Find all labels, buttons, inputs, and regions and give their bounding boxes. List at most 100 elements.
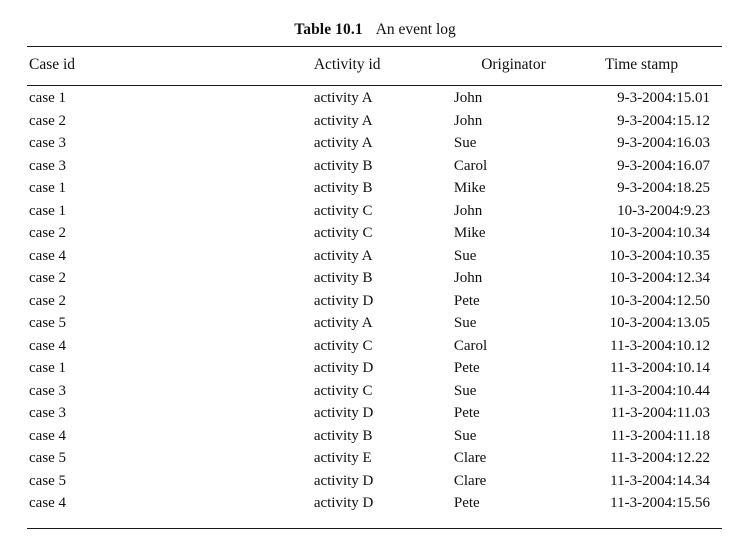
- table-body: case 1 activity A John 9-3-2004:15.01 case 2…: [27, 84, 722, 515]
- table-row: case 1 activity B Mike 9-3-2004:18.25: [27, 177, 722, 200]
- table-row: case 2 activity B John 10-3-2004:12.34: [27, 267, 722, 290]
- cell-activity-id: activity D: [313, 472, 374, 489]
- cell-originator: Carol: [453, 157, 488, 174]
- cell-case-id: case 3: [29, 157, 67, 174]
- cell-activity-id: activity C: [313, 382, 373, 399]
- cell-originator: John: [453, 90, 483, 106]
- cell-time-stamp: 11-3-2004:11.03: [610, 405, 710, 421]
- table-row: case 5 activity A Sue 10-3-2004:13.05: [27, 312, 722, 335]
- cell-activity-id: activity C: [313, 337, 373, 354]
- cell-originator: Carol: [453, 337, 488, 354]
- cell-originator: Mike: [453, 180, 486, 196]
- cell-case-id: case 4: [29, 247, 67, 264]
- table-row: case 2 activity D Pete 10-3-2004:12.50: [27, 290, 722, 313]
- cell-time-stamp: 10-3-2004:10.35: [609, 247, 710, 264]
- cell-case-id: case 3: [29, 135, 67, 151]
- table-header: Case id Activity id Originator Time stam…: [27, 46, 722, 84]
- column-header-case-id: Case id: [29, 56, 76, 73]
- table-row: case 5 activity D Clare 11-3-2004:14.34: [27, 470, 722, 493]
- table-caption: Table 10.1 An event log: [0, 20, 750, 40]
- cell-time-stamp: 10-3-2004:13.05: [609, 315, 710, 331]
- cell-originator: Clare: [453, 472, 487, 489]
- cell-activity-id: activity E: [313, 450, 372, 466]
- cell-case-id: case 2: [29, 270, 67, 286]
- cell-time-stamp: 11-3-2004:11.18: [610, 427, 710, 444]
- cell-time-stamp: 9-3-2004:15.12: [617, 112, 710, 129]
- cell-activity-id: activity D: [313, 360, 374, 376]
- table-row: case 1 activity D Pete 11-3-2004:10.14: [27, 357, 722, 380]
- cell-time-stamp: 11-3-2004:10.12: [610, 337, 710, 354]
- cell-activity-id: activity A: [313, 315, 373, 331]
- table-row: case 3 activity D Pete 11-3-2004:11.03: [27, 402, 722, 425]
- cell-time-stamp: 9-3-2004:18.25: [617, 180, 710, 196]
- cell-originator: Pete: [453, 360, 480, 376]
- table-row: case 2 activity A John 9-3-2004:15.12: [27, 110, 722, 133]
- table-row: case 4 activity A Sue 10-3-2004:10.35: [27, 245, 722, 268]
- cell-activity-id: activity D: [313, 495, 374, 511]
- cell-activity-id: activity C: [313, 202, 373, 219]
- cell-originator: Clare: [453, 450, 487, 466]
- cell-originator: Sue: [453, 427, 477, 444]
- cell-case-id: case 1: [29, 360, 67, 376]
- cell-activity-id: activity A: [313, 135, 373, 151]
- cell-activity-id: activity D: [313, 292, 374, 309]
- event-log-table-container: Case id Activity id Originator Time stam…: [27, 46, 722, 515]
- cell-time-stamp: 10-3-2004:9.23: [617, 202, 710, 219]
- table-row: case 2 activity C Mike 10-3-2004:10.34: [27, 222, 722, 245]
- cell-case-id: case 5: [29, 472, 67, 489]
- cell-activity-id: activity B: [313, 157, 373, 174]
- cell-activity-id: activity B: [313, 180, 373, 196]
- cell-originator: Pete: [453, 292, 480, 309]
- event-log-table: Case id Activity id Originator Time stam…: [27, 46, 722, 515]
- table-row: case 4 activity D Pete 11-3-2004:15.56: [27, 492, 722, 515]
- table-row: case 1 activity C John 10-3-2004:9.23: [27, 200, 722, 223]
- cell-activity-id: activity A: [313, 247, 373, 264]
- table-caption-label: Table 10.1: [294, 21, 363, 38]
- cell-originator: Sue: [453, 247, 477, 264]
- table-row: case 3 activity C Sue 11-3-2004:10.44: [27, 380, 722, 403]
- table-row: case 3 activity A Sue 9-3-2004:16.03: [27, 132, 722, 155]
- table-row: case 4 activity C Carol 11-3-2004:10.12: [27, 335, 722, 358]
- cell-time-stamp: 10-3-2004:12.50: [609, 292, 710, 309]
- cell-time-stamp: 11-3-2004:12.22: [610, 450, 710, 466]
- cell-time-stamp: 9-3-2004:16.03: [617, 135, 710, 151]
- cell-originator: John: [453, 270, 483, 286]
- table-row: case 5 activity E Clare 11-3-2004:12.22: [27, 447, 722, 470]
- cell-case-id: case 4: [29, 337, 67, 354]
- cell-activity-id: activity A: [313, 90, 373, 106]
- cell-time-stamp: 11-3-2004:10.14: [610, 360, 710, 376]
- cell-time-stamp: 9-3-2004:15.01: [617, 90, 710, 106]
- cell-activity-id: activity C: [313, 225, 373, 241]
- cell-case-id: case 2: [29, 225, 67, 241]
- table-caption-text: An event log: [375, 21, 456, 38]
- table-bottom-rule: [27, 528, 722, 529]
- cell-time-stamp: 10-3-2004:12.34: [609, 270, 710, 286]
- table-row: case 1 activity A John 9-3-2004:15.01: [27, 84, 722, 110]
- cell-originator: John: [453, 112, 483, 129]
- cell-activity-id: activity D: [313, 405, 374, 421]
- cell-case-id: case 5: [29, 450, 67, 466]
- cell-case-id: case 5: [29, 315, 67, 331]
- column-header-time-stamp: Time stamp: [605, 56, 679, 73]
- cell-time-stamp: 11-3-2004:14.34: [610, 472, 710, 489]
- cell-originator: Mike: [453, 225, 486, 241]
- cell-time-stamp: 11-3-2004:10.44: [610, 382, 710, 399]
- cell-originator: Pete: [453, 405, 480, 421]
- cell-activity-id: activity A: [313, 112, 373, 129]
- cell-case-id: case 2: [29, 292, 67, 309]
- table-row: case 4 activity B Sue 11-3-2004:11.18: [27, 425, 722, 448]
- cell-case-id: case 3: [29, 382, 67, 399]
- cell-originator: Sue: [453, 382, 477, 399]
- cell-case-id: case 2: [29, 112, 67, 129]
- cell-activity-id: activity B: [313, 427, 373, 444]
- cell-case-id: case 1: [29, 180, 67, 196]
- cell-time-stamp: 11-3-2004:15.56: [610, 495, 710, 511]
- cell-case-id: case 4: [29, 427, 67, 444]
- column-header-originator: Originator: [481, 56, 546, 73]
- cell-case-id: case 4: [29, 495, 67, 511]
- table-row: case 3 activity B Carol 9-3-2004:16.07: [27, 155, 722, 178]
- cell-activity-id: activity B: [313, 270, 373, 286]
- cell-originator: Sue: [453, 135, 477, 151]
- table-header-row: Case id Activity id Originator Time stam…: [27, 46, 722, 84]
- cell-originator: Pete: [453, 495, 480, 511]
